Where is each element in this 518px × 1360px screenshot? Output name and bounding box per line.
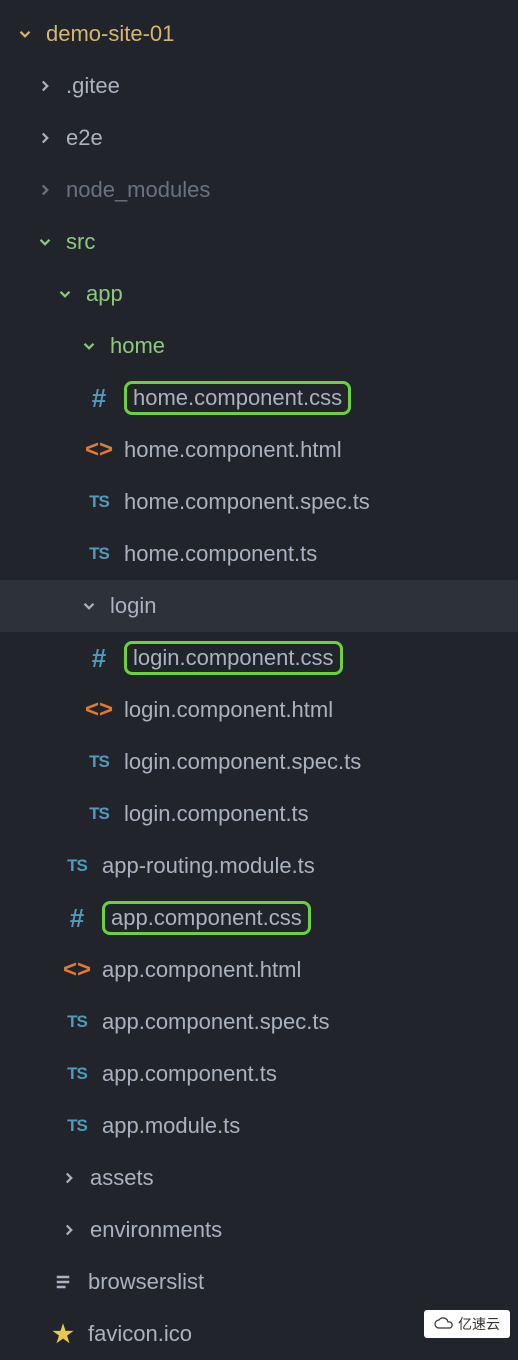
- ts-icon: TS: [84, 804, 114, 824]
- file-app-html[interactable]: <> app.component.html: [0, 944, 518, 996]
- file-label: login.component.ts: [124, 801, 309, 827]
- chevron-down-icon: [78, 335, 100, 357]
- folder-label: assets: [90, 1165, 154, 1191]
- chevron-down-icon: [14, 23, 36, 45]
- folder-label: node_modules: [66, 177, 210, 203]
- file-app-routing[interactable]: TS app-routing.module.ts: [0, 840, 518, 892]
- folder-assets[interactable]: assets: [0, 1152, 518, 1204]
- chevron-right-icon: [58, 1167, 80, 1189]
- file-app-css[interactable]: # app.component.css: [0, 892, 518, 944]
- file-login-html[interactable]: <> login.component.html: [0, 684, 518, 736]
- lines-icon: [48, 1272, 78, 1292]
- file-label: app.component.css: [102, 901, 311, 935]
- file-label: home.component.ts: [124, 541, 317, 567]
- file-label: app-routing.module.ts: [102, 853, 315, 879]
- chevron-right-icon: [34, 127, 56, 149]
- file-login-ts[interactable]: TS login.component.ts: [0, 788, 518, 840]
- folder-label: environments: [90, 1217, 222, 1243]
- folder-src[interactable]: src: [0, 216, 518, 268]
- cloud-icon: [434, 1317, 454, 1331]
- folder-environments[interactable]: environments: [0, 1204, 518, 1256]
- file-home-spec[interactable]: TS home.component.spec.ts: [0, 476, 518, 528]
- ts-icon: TS: [62, 1116, 92, 1136]
- css-icon: #: [62, 903, 92, 934]
- folder-label: app: [86, 281, 123, 307]
- file-label: app.component.html: [102, 957, 301, 983]
- file-label: login.component.spec.ts: [124, 749, 361, 775]
- folder-app[interactable]: app: [0, 268, 518, 320]
- star-icon: ★: [48, 1320, 78, 1349]
- file-label: app.module.ts: [102, 1113, 240, 1139]
- chevron-down-icon: [78, 595, 100, 617]
- ts-icon: TS: [84, 492, 114, 512]
- chevron-right-icon: [34, 75, 56, 97]
- folder-label: e2e: [66, 125, 103, 151]
- folder-label: home: [110, 333, 165, 359]
- folder-e2e[interactable]: e2e: [0, 112, 518, 164]
- ts-icon: TS: [62, 1064, 92, 1084]
- file-app-ts[interactable]: TS app.component.ts: [0, 1048, 518, 1100]
- ts-icon: TS: [62, 856, 92, 876]
- css-icon: #: [84, 383, 114, 414]
- file-label: favicon.ico: [88, 1321, 192, 1347]
- ts-icon: TS: [62, 1012, 92, 1032]
- file-login-spec[interactable]: TS login.component.spec.ts: [0, 736, 518, 788]
- file-home-html[interactable]: <> home.component.html: [0, 424, 518, 476]
- folder-label: login: [110, 593, 156, 619]
- file-label: home.component.css: [124, 381, 351, 415]
- file-home-ts[interactable]: TS home.component.ts: [0, 528, 518, 580]
- chevron-right-icon: [58, 1219, 80, 1241]
- folder-label: src: [66, 229, 95, 255]
- folder-login[interactable]: login: [0, 580, 518, 632]
- file-tree: demo-site-01 .gitee e2e node_modules src…: [0, 0, 518, 1360]
- chevron-down-icon: [34, 231, 56, 253]
- folder-gitee[interactable]: .gitee: [0, 60, 518, 112]
- ts-icon: TS: [84, 752, 114, 772]
- file-label: login.component.css: [124, 641, 343, 675]
- ts-icon: TS: [84, 544, 114, 564]
- css-icon: #: [84, 643, 114, 674]
- html-icon: <>: [84, 696, 114, 724]
- file-label: browserslist: [88, 1269, 204, 1295]
- folder-root[interactable]: demo-site-01: [0, 8, 518, 60]
- file-label: app.component.ts: [102, 1061, 277, 1087]
- folder-label: demo-site-01: [46, 21, 174, 47]
- file-app-module[interactable]: TS app.module.ts: [0, 1100, 518, 1152]
- file-label: home.component.html: [124, 437, 342, 463]
- html-icon: <>: [84, 436, 114, 464]
- file-browserslist[interactable]: browserslist: [0, 1256, 518, 1308]
- folder-home[interactable]: home: [0, 320, 518, 372]
- folder-node-modules[interactable]: node_modules: [0, 164, 518, 216]
- html-icon: <>: [62, 956, 92, 984]
- file-label: login.component.html: [124, 697, 333, 723]
- file-login-css[interactable]: # login.component.css: [0, 632, 518, 684]
- folder-label: .gitee: [66, 73, 120, 99]
- file-home-css[interactable]: # home.component.css: [0, 372, 518, 424]
- watermark: 亿速云: [424, 1310, 510, 1338]
- file-app-spec[interactable]: TS app.component.spec.ts: [0, 996, 518, 1048]
- file-label: app.component.spec.ts: [102, 1009, 329, 1035]
- file-label: home.component.spec.ts: [124, 489, 370, 515]
- chevron-down-icon: [54, 283, 76, 305]
- chevron-right-icon: [34, 179, 56, 201]
- watermark-text: 亿速云: [458, 1314, 500, 1334]
